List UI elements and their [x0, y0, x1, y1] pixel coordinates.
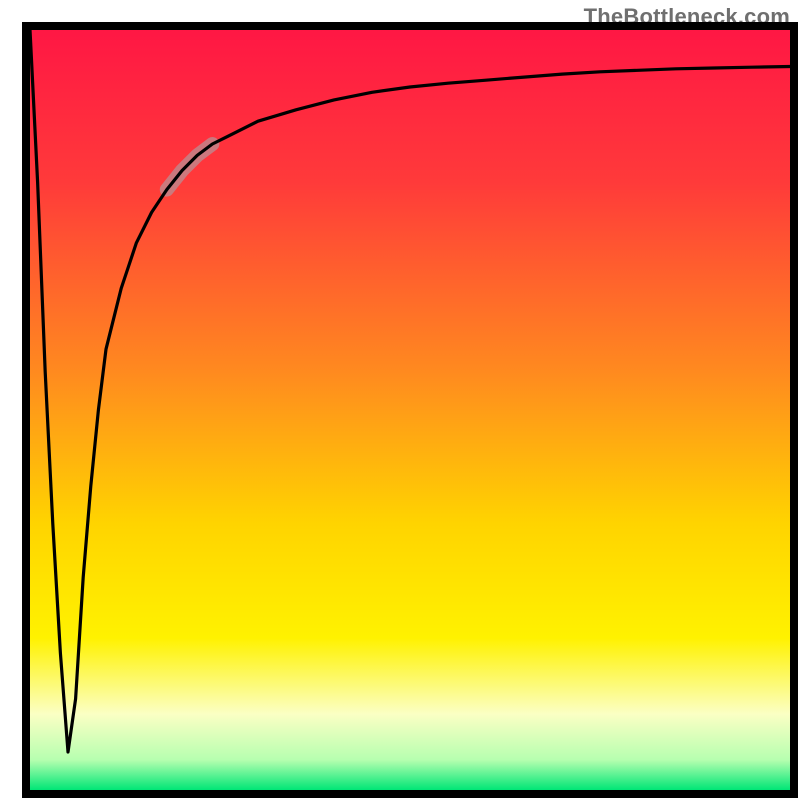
- curve-main: [30, 30, 790, 752]
- bottleneck-curve-svg: [30, 30, 790, 790]
- plot-area: [30, 30, 790, 790]
- attribution-text: TheBottleneck.com: [584, 4, 790, 30]
